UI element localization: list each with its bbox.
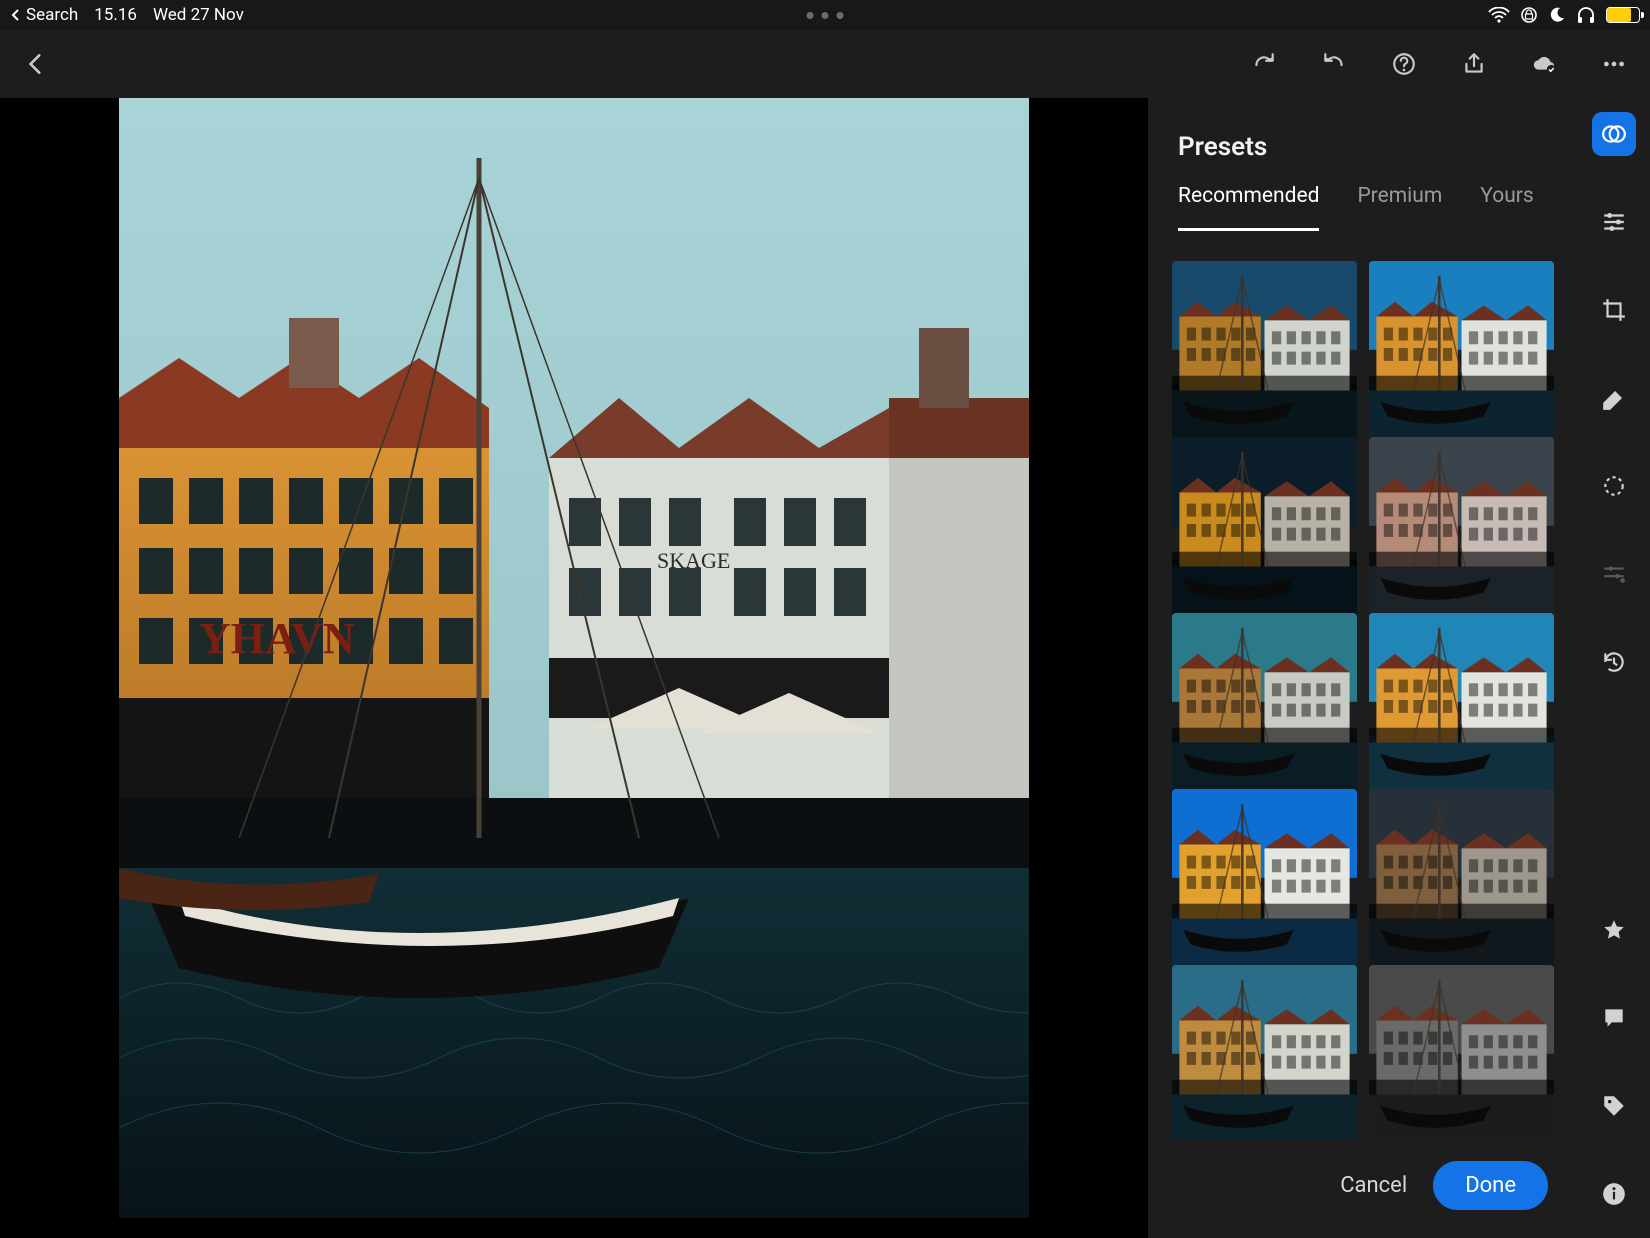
tag-icon <box>1601 1093 1627 1119</box>
sliders-dim-icon <box>1601 561 1627 587</box>
back-caret-icon <box>10 9 22 21</box>
ios-status-bar: Search 15.16 Wed 27 Nov <box>0 0 1650 30</box>
help-icon <box>1391 51 1417 77</box>
sign-left: YHAVN <box>199 614 355 663</box>
app-toolbar <box>0 30 1650 98</box>
wifi-icon <box>1488 7 1510 23</box>
preset-thumb[interactable] <box>1172 437 1357 622</box>
preset-thumb[interactable] <box>1369 437 1554 622</box>
keywords-tool[interactable] <box>1592 1084 1636 1128</box>
tool-rail <box>1578 98 1650 1238</box>
headphones-icon <box>1576 6 1596 24</box>
masking-tool[interactable] <box>1592 464 1636 508</box>
preset-thumb[interactable] <box>1172 261 1357 446</box>
preset-tabs: Recommended Premium Yours <box>1148 184 1578 231</box>
info-tool[interactable] <box>1592 1172 1636 1216</box>
back-to-app[interactable]: Search <box>10 5 78 25</box>
info-icon <box>1601 1181 1627 1207</box>
history-icon <box>1601 649 1627 675</box>
presets-panel: Presets Recommended Premium Yours <box>1148 98 1578 1238</box>
help-button[interactable] <box>1388 48 1420 80</box>
tab-yours[interactable]: Yours <box>1480 184 1533 231</box>
share-button[interactable] <box>1458 48 1490 80</box>
orientation-lock-icon <box>1520 6 1538 24</box>
preview-image: YHAVN SKAGE <box>119 98 1029 1218</box>
eraser-icon <box>1601 385 1627 411</box>
preset-thumb[interactable] <box>1172 965 1357 1139</box>
tab-premium[interactable]: Premium <box>1357 184 1442 231</box>
preset-thumb[interactable] <box>1172 613 1357 798</box>
more-button[interactable] <box>1598 48 1630 80</box>
back-button[interactable] <box>20 48 52 80</box>
edit-tool[interactable] <box>1592 200 1636 244</box>
comment-icon <box>1601 1005 1627 1031</box>
preset-thumb[interactable] <box>1369 965 1554 1139</box>
mask-icon <box>1601 473 1627 499</box>
preset-thumb[interactable] <box>1369 261 1554 446</box>
presets-tool[interactable] <box>1592 112 1636 156</box>
preset-grid[interactable] <box>1148 231 1578 1139</box>
sign-center: SKAGE <box>657 548 730 573</box>
done-button[interactable]: Done <box>1433 1161 1548 1210</box>
star-icon <box>1601 917 1627 943</box>
ai-settings-tool[interactable] <box>1592 552 1636 596</box>
preset-thumb[interactable] <box>1369 789 1554 974</box>
sliders-icon <box>1601 209 1627 235</box>
rate-tool[interactable] <box>1592 908 1636 952</box>
tab-recommended[interactable]: Recommended <box>1178 184 1319 231</box>
chevron-left-icon <box>23 51 49 77</box>
redo-icon <box>1251 51 1277 77</box>
back-app-label: Search <box>26 5 78 25</box>
undo-icon <box>1321 51 1347 77</box>
crop-icon <box>1601 297 1627 323</box>
battery-icon <box>1606 7 1640 23</box>
healing-tool[interactable] <box>1592 376 1636 420</box>
redo-button[interactable] <box>1248 48 1280 80</box>
status-date: Wed 27 Nov <box>153 5 244 25</box>
multitask-dots[interactable] <box>807 12 844 19</box>
status-time: 15.16 <box>94 5 137 25</box>
cancel-button[interactable]: Cancel <box>1340 1173 1407 1198</box>
image-viewer[interactable]: YHAVN SKAGE <box>0 98 1148 1238</box>
versions-tool[interactable] <box>1592 640 1636 684</box>
undo-button[interactable] <box>1318 48 1350 80</box>
preset-thumb[interactable] <box>1172 789 1357 974</box>
crop-tool[interactable] <box>1592 288 1636 332</box>
comments-tool[interactable] <box>1592 996 1636 1040</box>
cloud-sync-button[interactable] <box>1528 48 1560 80</box>
panel-title: Presets <box>1148 98 1578 184</box>
more-horizontal-icon <box>1601 51 1627 77</box>
cloud-check-icon <box>1531 51 1557 77</box>
preset-thumb[interactable] <box>1369 613 1554 798</box>
presets-icon <box>1601 121 1627 147</box>
share-icon <box>1461 51 1487 77</box>
moon-icon <box>1548 6 1566 24</box>
